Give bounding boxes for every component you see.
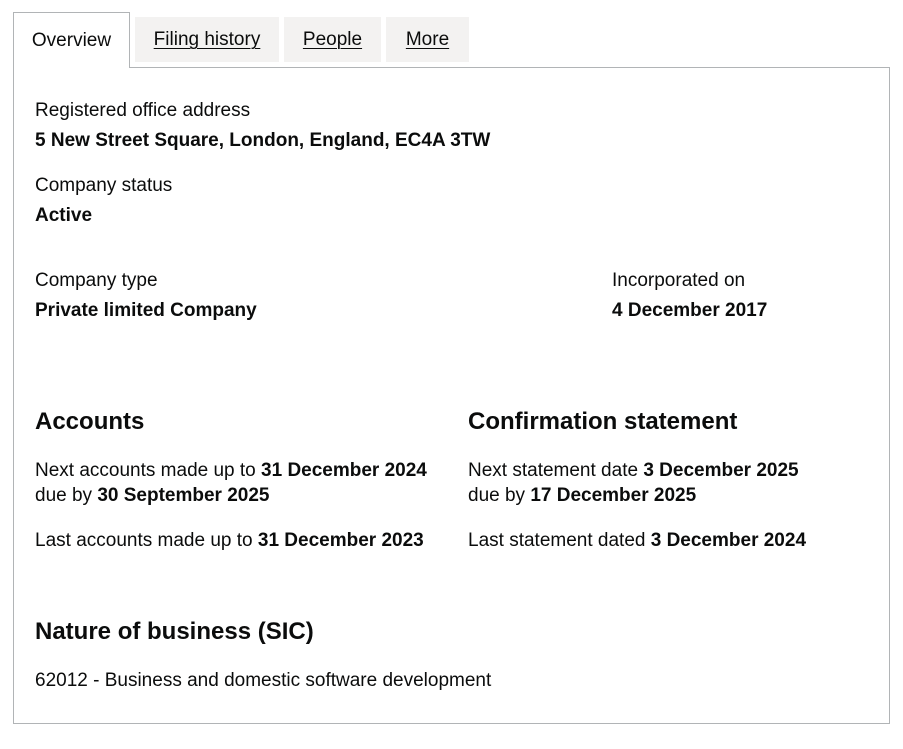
accounts-heading: Accounts bbox=[35, 408, 145, 435]
company-status-value: Active bbox=[35, 205, 93, 226]
accounts-next-prefix: Next accounts made up to bbox=[35, 460, 256, 481]
accounts-last-line: Last accounts made up to 31 December 202… bbox=[35, 529, 424, 553]
company-type-label: Company type bbox=[35, 270, 158, 291]
tab-more[interactable]: More bbox=[386, 17, 469, 62]
confirmation-next-line: Next statement date 3 December 2025 bbox=[468, 459, 799, 483]
sic-code-item: 62012 - Business and domestic software d… bbox=[35, 670, 492, 691]
confirmation-last-line: Last statement dated 3 December 2024 bbox=[468, 529, 806, 553]
incorporated-value: 4 December 2017 bbox=[612, 300, 768, 321]
confirmation-next-prefix: Next statement date bbox=[468, 460, 639, 481]
company-status-label: Company status bbox=[35, 175, 173, 196]
accounts-next-date: 31 December 2024 bbox=[261, 460, 427, 481]
accounts-due-line: due by 30 September 2025 bbox=[35, 484, 270, 508]
incorporated-label: Incorporated on bbox=[612, 270, 746, 291]
tab-overview[interactable]: Overview bbox=[13, 12, 130, 68]
confirmation-heading: Confirmation statement bbox=[468, 408, 738, 435]
confirmation-due-line: due by 17 December 2025 bbox=[468, 484, 696, 508]
confirmation-due-date: 17 December 2025 bbox=[530, 485, 697, 506]
registered-office-label: Registered office address bbox=[35, 100, 251, 121]
tab-filing-history[interactable]: Filing history bbox=[135, 17, 279, 62]
accounts-next-line: Next accounts made up to 31 December 202… bbox=[35, 459, 427, 483]
nature-of-business-heading: Nature of business (SIC) bbox=[35, 618, 314, 645]
confirmation-next-date: 3 December 2025 bbox=[643, 460, 799, 481]
company-type-value: Private limited Company bbox=[35, 300, 257, 321]
confirmation-last-date: 3 December 2024 bbox=[650, 530, 807, 551]
tab-bar: Overview Filing history People More bbox=[13, 12, 890, 68]
confirmation-last-prefix: Last statement dated bbox=[468, 530, 646, 551]
accounts-last-date: 31 December 2023 bbox=[257, 530, 424, 551]
accounts-due-prefix: due by bbox=[35, 485, 93, 506]
overview-panel: Registered office address 5 New Street S… bbox=[13, 67, 890, 724]
tab-people[interactable]: People bbox=[284, 17, 381, 62]
accounts-due-date: 30 September 2025 bbox=[97, 485, 270, 506]
registered-office-value: 5 New Street Square, London, England, EC… bbox=[35, 130, 491, 151]
accounts-last-prefix: Last accounts made up to bbox=[35, 530, 253, 551]
confirmation-due-prefix: due by bbox=[468, 485, 526, 506]
